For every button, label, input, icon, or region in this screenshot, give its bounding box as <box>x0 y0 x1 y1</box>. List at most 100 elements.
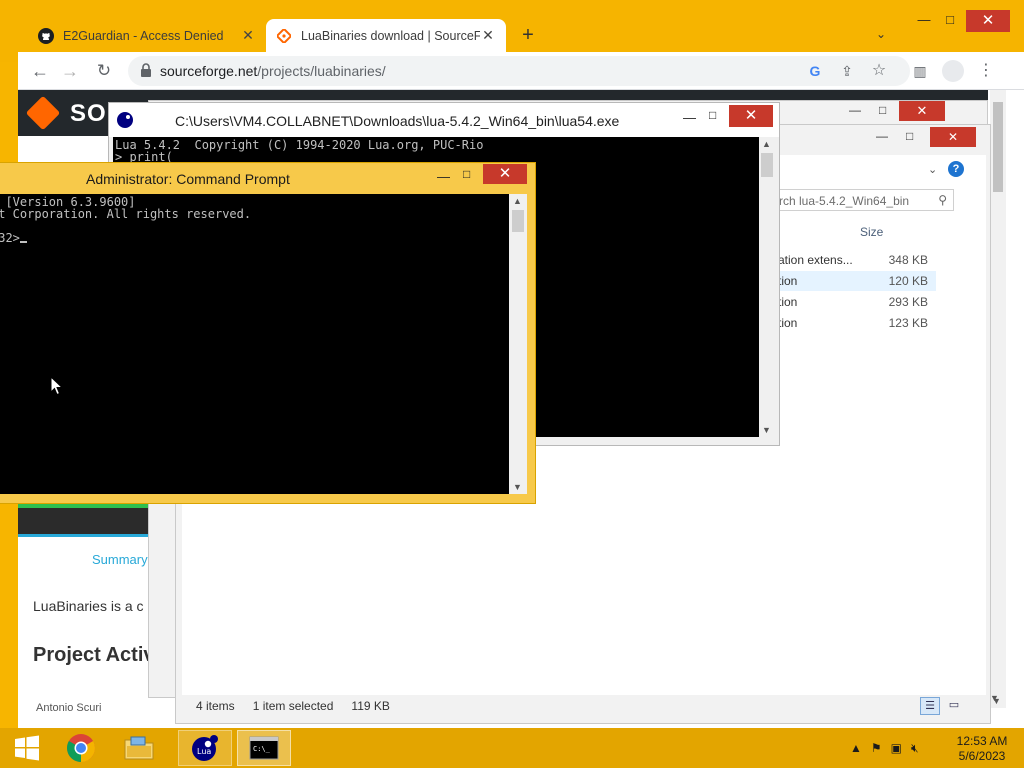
file-type: tion <box>778 274 798 288</box>
taskbar-chrome[interactable] <box>54 730 108 766</box>
tab-luabinaries[interactable]: LuaBinaries download | SourceForge ✕ <box>266 19 506 52</box>
sourceforge-logo-icon[interactable] <box>25 95 61 131</box>
search-icon[interactable]: ⚲ <box>938 193 947 207</box>
close-tab-icon[interactable]: ✕ <box>240 27 256 44</box>
scroll-down-arrow-icon[interactable]: ▼ <box>990 693 999 703</box>
scroll-up-arrow-icon[interactable]: ▲ <box>513 196 522 206</box>
maximize-button[interactable]: □ <box>940 12 960 32</box>
show-hidden-icons-chevron-icon[interactable]: ▲ <box>850 741 862 755</box>
close-button[interactable]: ✕ <box>729 105 773 127</box>
prompt-text: m32> <box>0 231 20 245</box>
close-button[interactable]: ✕ <box>483 164 527 184</box>
github-icon <box>38 27 54 44</box>
network-icon[interactable]: ▣ <box>891 741 902 755</box>
page-scrollbar[interactable]: ▼ <box>990 90 1006 708</box>
maximize-button[interactable]: □ <box>879 103 886 117</box>
file-type: ation extens... <box>778 253 853 267</box>
console-output[interactable]: s [Version 6.3.9600] ft Corporation. All … <box>0 194 509 494</box>
status-bar: 4 items 1 item selected 119 KB <box>196 699 408 713</box>
window-title: C:\Users\VM4.COLLABNET\Downloads\lua-5.4… <box>175 113 620 129</box>
sourceforge-icon <box>276 28 292 44</box>
back-arrow-icon[interactable]: ← <box>30 61 50 81</box>
close-button[interactable]: ✕ <box>930 127 976 147</box>
console-icon-label: C:\_ <box>253 745 271 753</box>
title-bar[interactable]: C:\Users\VM4.COLLABNET\Downloads\lua-5.4… <box>109 103 779 137</box>
console-prompt-line[interactable]: m32> <box>0 232 509 244</box>
profile-avatar-icon[interactable] <box>942 60 964 82</box>
new-tab-button[interactable]: + <box>518 25 538 45</box>
details-view-icon[interactable]: ☰ <box>920 697 940 715</box>
lock-icon <box>141 63 151 77</box>
large-icons-view-icon[interactable]: ▭ <box>944 697 964 715</box>
mouse-pointer-icon <box>50 376 64 396</box>
address-bar[interactable]: sourceforge.net/projects/luabinaries/ G … <box>128 56 910 86</box>
chrome-toolbar: ← → ↻ sourceforge.net/projects/luabinari… <box>18 52 1024 90</box>
scroll-up-arrow-icon[interactable]: ▲ <box>762 139 771 149</box>
close-button[interactable]: ✕ <box>966 10 1010 32</box>
side-panel-icon[interactable]: ▥ <box>910 61 930 81</box>
lua-icon: Lua <box>192 735 218 761</box>
clock-time: 12:53 AM <box>956 734 1008 748</box>
maximize-button[interactable]: □ <box>906 129 913 143</box>
system-tray: ▲ ⚑ ▣ 🔇︎ <box>850 738 919 758</box>
forward-arrow-icon[interactable]: → <box>60 61 80 81</box>
file-row[interactable]: ation extens... 348 KB <box>776 250 936 270</box>
tab-title: LuaBinaries download | SourceForge <box>301 28 480 43</box>
taskbar-clock[interactable]: 12:53 AM 5/6/2023 <box>950 734 1014 764</box>
console-scrollbar[interactable]: ▲ ▼ <box>509 194 527 494</box>
scrollbar-thumb[interactable] <box>993 102 1003 192</box>
kebab-menu-icon[interactable]: ⋮ <box>976 61 996 81</box>
minimize-button[interactable]: — <box>849 103 861 117</box>
minimize-button[interactable]: — <box>876 129 888 143</box>
file-row-selected[interactable]: tion 120 KB <box>776 271 936 291</box>
maximize-button[interactable]: □ <box>709 108 716 122</box>
command-prompt-window: Administrator: Command Prompt — □ ✕ s [V… <box>0 162 536 504</box>
console-scrollbar[interactable]: ▲ ▼ <box>759 137 775 437</box>
console-line: Lua 5.4.2 Copyright (C) 1994-2020 Lua.or… <box>115 138 484 152</box>
file-row[interactable]: tion 293 KB <box>776 292 936 312</box>
tab-e2guardian[interactable]: E2Guardian - Access Denied ✕ <box>28 19 266 52</box>
expand-ribbon-chevron-icon[interactable]: ⌄ <box>928 163 937 176</box>
file-type: tion <box>778 295 798 309</box>
minimize-button[interactable]: — <box>912 12 936 32</box>
scroll-down-arrow-icon[interactable]: ▼ <box>513 482 522 492</box>
activity-author[interactable]: Antonio Scuri <box>36 702 156 716</box>
taskbar-command-prompt[interactable]: C:\_ <box>237 730 291 766</box>
column-header-size[interactable]: Size <box>860 225 883 239</box>
start-button[interactable] <box>0 730 54 766</box>
scrollbar-thumb[interactable] <box>512 210 524 232</box>
url-path: /projects/luabinaries/ <box>257 63 386 79</box>
tab-search-chevron-icon[interactable]: ⌄ <box>876 27 886 41</box>
scrollbar-thumb[interactable] <box>761 153 773 177</box>
minimize-button[interactable]: — <box>437 169 450 184</box>
search-placeholder: rch lua-5.4.2_Win64_bin <box>779 194 910 208</box>
status-item-count: 4 items <box>196 699 235 713</box>
status-selection-size: 119 KB <box>351 699 390 713</box>
project-activity-heading: Project Activ <box>33 644 155 666</box>
window-title: Administrator: Command Prompt <box>86 171 290 187</box>
scroll-down-arrow-icon[interactable]: ▼ <box>762 425 771 435</box>
bookmark-star-icon[interactable]: ☆ <box>870 62 888 80</box>
volume-muted-icon[interactable]: 🔇︎ <box>911 741 919 756</box>
file-row[interactable]: tion 123 KB <box>776 313 936 333</box>
reload-icon[interactable]: ↻ <box>94 61 114 81</box>
folder-icon <box>124 736 154 760</box>
close-tab-icon[interactable]: ✕ <box>480 27 496 44</box>
file-size: 293 KB <box>888 295 928 309</box>
taskbar-lua[interactable]: Lua <box>178 730 232 766</box>
status-selection: 1 item selected <box>252 699 334 713</box>
console-line: ft Corporation. All rights reserved. <box>0 207 252 221</box>
help-icon[interactable]: ? <box>948 161 964 177</box>
maximize-button[interactable]: □ <box>463 167 470 181</box>
google-lens-icon[interactable]: G <box>806 62 824 80</box>
minimize-button[interactable]: — <box>683 110 696 125</box>
taskbar-file-explorer[interactable] <box>112 730 166 766</box>
tab-summary[interactable]: Summary <box>92 552 148 567</box>
action-center-flag-icon[interactable]: ⚑ <box>871 741 882 755</box>
share-icon[interactable]: ⇪ <box>838 62 856 80</box>
taskbar: Lua C:\_ ▲ ⚑ ▣ 🔇︎ 12:53 AM 5/6/2023 <box>0 728 1024 768</box>
search-input[interactable]: rch lua-5.4.2_Win64_bin ⚲ <box>772 189 954 211</box>
sourceforge-logo-text[interactable]: SO <box>70 100 107 128</box>
close-button[interactable]: ✕ <box>899 101 945 121</box>
